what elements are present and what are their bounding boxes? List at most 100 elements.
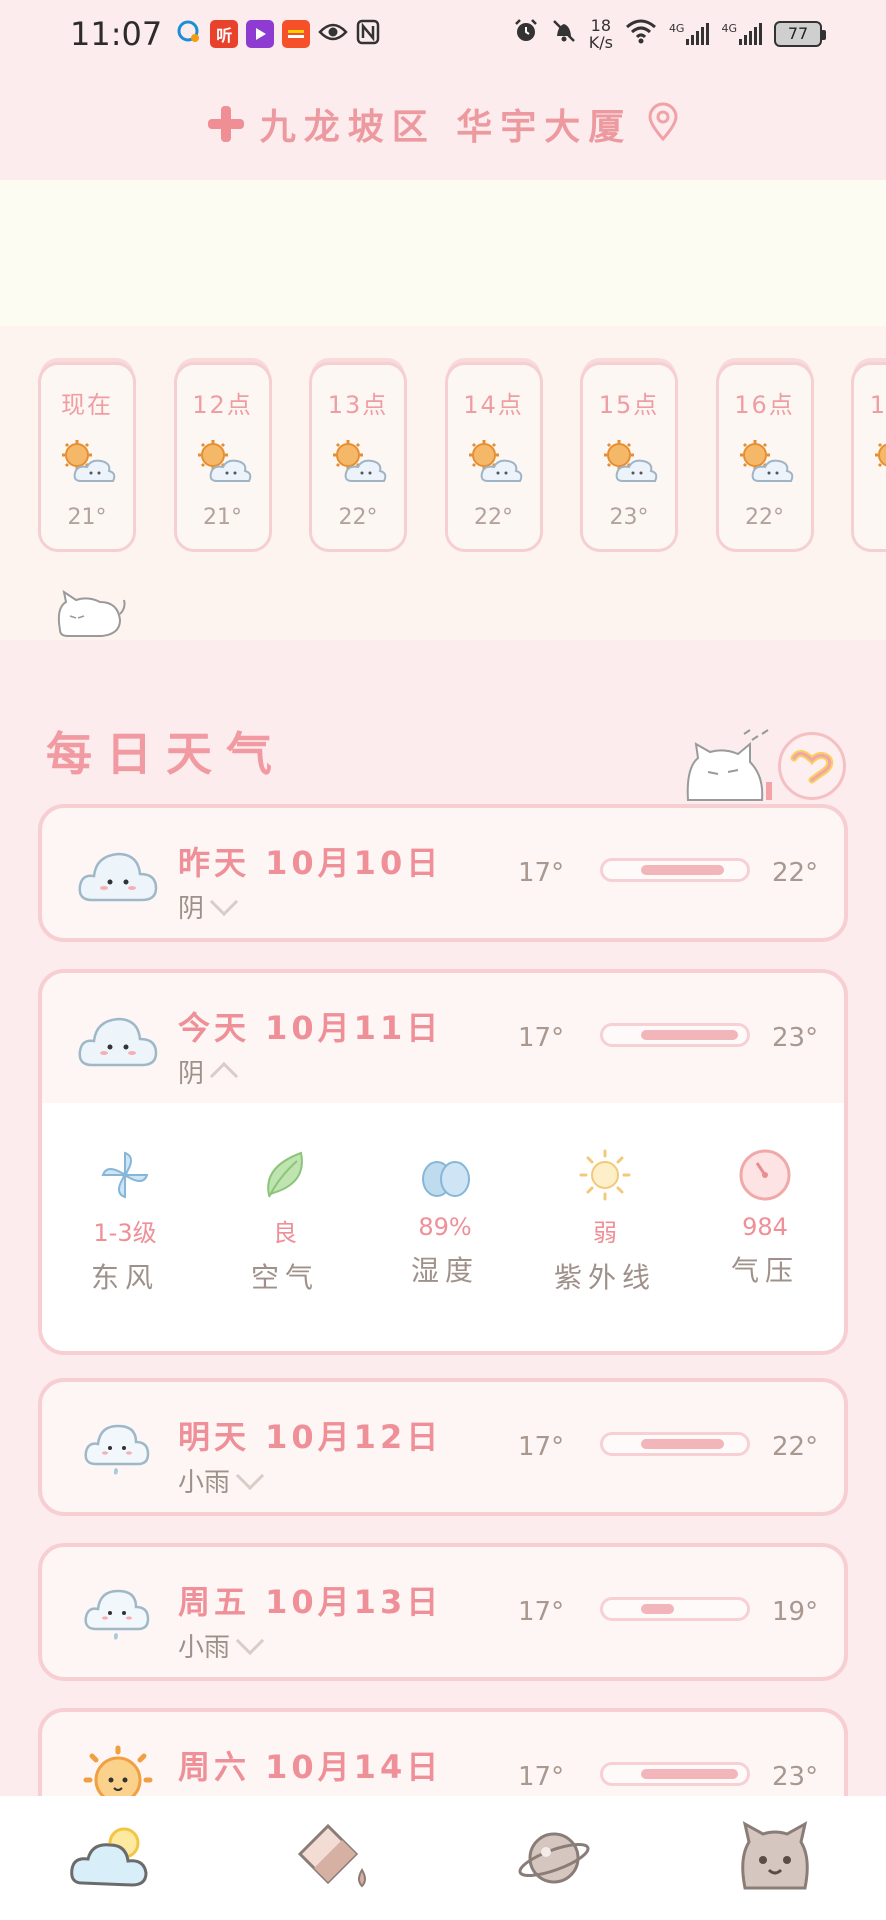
sleeping-cat-icon: [686, 729, 772, 801]
leaf-icon: [257, 1147, 313, 1203]
temp-range-fill: [641, 1604, 674, 1614]
sun-cloud-icon: [603, 439, 659, 485]
condition-text: 阴: [178, 1059, 205, 1089]
sun-cloud-icon: [197, 439, 253, 485]
detail-label: 空气: [250, 1261, 319, 1294]
temp-high: 22°: [772, 1432, 819, 1462]
listen-app-icon: 听: [210, 20, 239, 48]
hour-card[interactable]: 15点 23°: [580, 362, 678, 552]
notification-icons: 听: [176, 19, 380, 49]
day-condition: 小雨: [178, 1626, 265, 1664]
temp-low: 17°: [518, 1432, 565, 1462]
chevron-down-icon[interactable]: [235, 1626, 265, 1655]
eye-icon: [318, 22, 348, 46]
status-bar: 11:07 听 18 K/s 4G 4G 77: [0, 0, 886, 68]
hour-label: 13点: [327, 391, 389, 419]
planet-icon: [518, 1832, 590, 1884]
cloud-icon: [78, 838, 158, 908]
hour-label: 14点: [463, 391, 524, 419]
nav-weather[interactable]: [63, 1810, 159, 1906]
day-card[interactable]: 昨天 10月10日阴 17° 22°: [38, 804, 848, 942]
day-title: 明天 10月12日: [178, 1418, 443, 1456]
today-details: 1-3级 东风良空气 89% 湿度弱紫外线 984 气压: [42, 1103, 844, 1351]
cloud-sun-icon: [69, 1827, 148, 1887]
battery-icon: 77: [774, 21, 826, 47]
net-type-2: 4G: [721, 22, 737, 35]
hour-card[interactable]: 14点 22°: [444, 362, 543, 552]
hourly-forecast[interactable]: 现在 21° 12点 21° 13点 22° 14点 22° 15点 23° 16点 22° 17点 2: [0, 326, 886, 640]
alarm-icon: [513, 18, 539, 50]
detail-item: 1-3级 东风: [45, 1147, 205, 1296]
pinwheel-icon: [97, 1147, 153, 1203]
detail-label: 湿度: [410, 1254, 479, 1287]
hour-card[interactable]: 现在 21°: [38, 362, 136, 552]
location-header[interactable]: 九龙坡区 华宇大厦: [0, 68, 886, 180]
day-card[interactable]: 明天 10月12日 小雨 17° 22°: [38, 1378, 848, 1516]
video-app-icon: [246, 20, 275, 48]
chevron-down-icon[interactable]: [209, 887, 239, 916]
day-title: 周六 10月14日: [178, 1748, 443, 1786]
location-name[interactable]: 九龙坡区 华宇大厦: [260, 98, 633, 150]
rain-cloud-icon: [78, 1577, 158, 1647]
net-speed-value: 18: [590, 16, 611, 35]
hour-card[interactable]: 17点 2: [851, 362, 886, 552]
nfc-icon: [356, 19, 380, 49]
status-right: 18 K/s 4G 4G 77: [513, 16, 826, 52]
nav-profile[interactable]: [727, 1810, 823, 1906]
nav-explore[interactable]: [506, 1810, 602, 1906]
temp-high: 19°: [772, 1597, 819, 1627]
sun-uv-icon: [577, 1147, 633, 1203]
mute-bell-icon: [551, 18, 577, 50]
location-pin-icon[interactable]: [646, 102, 680, 146]
blank-banner: [0, 180, 886, 326]
temp-range-bar: [600, 1597, 750, 1621]
day-condition: 小雨: [178, 1461, 265, 1499]
hour-card[interactable]: 16点 22°: [715, 362, 814, 552]
hour-card[interactable]: 13点 22°: [309, 362, 407, 552]
day-condition: 阴: [178, 1053, 239, 1090]
cloud-icon: [78, 1003, 158, 1073]
day-header[interactable]: 昨天 10月10日阴 17° 22°: [42, 808, 844, 938]
day-header[interactable]: 明天 10月12日 小雨 17° 22°: [42, 1382, 844, 1512]
hour-label: 12点: [192, 391, 253, 419]
temp-high: 23°: [772, 1762, 819, 1792]
detail-value: 984: [742, 1213, 788, 1241]
temp-range-bar: [600, 1023, 750, 1047]
water-drops-icon: [417, 1147, 473, 1203]
day-card[interactable]: 周五 10月13日 小雨 17° 19°: [38, 1543, 848, 1681]
day-card[interactable]: 今天 10月11日阴 17° 23° 1-3级 东风良空气 89% 湿度弱紫外线 984 气压: [38, 969, 848, 1355]
temp-range-bar: [600, 1432, 750, 1456]
chevron-up-icon[interactable]: [209, 1061, 239, 1090]
hour-card[interactable]: 12点 21°: [173, 362, 272, 552]
detail-item: 良空气: [205, 1147, 365, 1296]
signal-1: 4G: [669, 23, 710, 45]
detail-item: 984 气压: [685, 1147, 844, 1289]
heart-icon: [790, 750, 834, 784]
day-header[interactable]: 今天 10月11日阴 17° 23°: [42, 973, 844, 1103]
detail-value: 1-3级: [93, 1219, 157, 1247]
add-city-icon[interactable]: [206, 104, 246, 144]
chevron-down-icon[interactable]: [235, 1461, 265, 1490]
day-title: 周五 10月13日: [178, 1583, 443, 1621]
day-header[interactable]: 周五 10月13日 小雨 17° 19°: [42, 1547, 844, 1677]
detail-item: 89% 湿度: [365, 1147, 525, 1289]
favorite-button[interactable]: [778, 732, 846, 800]
temp-high: 23°: [772, 1023, 819, 1053]
hour-temp: 21°: [203, 505, 242, 530]
signal-bars-icon: [739, 23, 762, 45]
temp-range-bar: [600, 1762, 750, 1786]
temp-range-bar: [600, 858, 750, 882]
hour-temp: 22°: [338, 505, 378, 530]
temp-range-fill: [641, 1030, 738, 1040]
detail-item: 弱紫外线: [525, 1147, 685, 1296]
sun-cloud-icon: [468, 439, 524, 485]
hour-label: 17点: [869, 391, 886, 419]
net-speed-unit: K/s: [588, 33, 613, 52]
detail-label: 紫外线: [553, 1261, 656, 1294]
bottom-nav: [0, 1796, 886, 1920]
chat-bubble-icon: [176, 19, 202, 49]
condition-text: 小雨: [178, 1633, 231, 1663]
day-title: 昨天 10月10日: [178, 844, 443, 882]
nav-theme[interactable]: [284, 1810, 380, 1906]
detail-value: 弱: [593, 1219, 617, 1247]
